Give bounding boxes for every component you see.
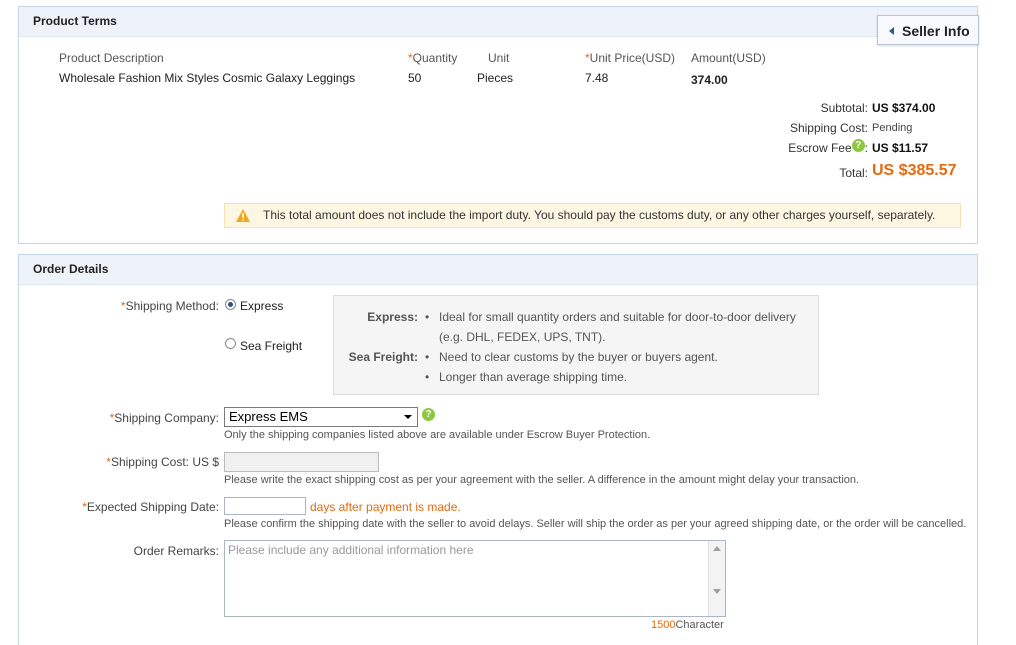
express-info-line: (e.g. DHL, FEDEX, UPS, TNT). <box>439 330 606 344</box>
row-unit: Pieces <box>477 71 514 85</box>
shipping-cost-field-label: *Shipping Cost: US $ <box>106 455 219 469</box>
expected-date-input[interactable] <box>224 497 306 515</box>
express-info-label: Express: <box>367 310 418 324</box>
express-option-label[interactable]: Express <box>240 299 283 313</box>
col-unit-price: *Unit Price(USD) <box>585 51 676 65</box>
shipping-method-label: *Shipping Method: <box>120 299 219 313</box>
subtotal-value: US $374.00 <box>872 101 936 115</box>
bullet: • <box>425 310 430 324</box>
product-terms-title: Product Terms <box>19 7 977 37</box>
seller-info-label: Seller Info <box>902 23 970 39</box>
warning-icon <box>236 209 250 222</box>
col-quantity: *Quantity <box>408 51 458 65</box>
scroll-up-icon[interactable] <box>713 546 721 551</box>
shipping-cost-value: Pending <box>872 122 913 134</box>
character-counter: 1500Character <box>651 619 724 631</box>
shipping-company-value: Express EMS <box>229 409 308 424</box>
escrow-fee-label: Escrow Fee?: <box>788 139 868 155</box>
total-label: Total: <box>839 166 868 180</box>
expected-date-hint: Please confirm the shipping date with th… <box>224 518 967 530</box>
sea-freight-option-label[interactable]: Sea Freight <box>240 339 302 353</box>
help-icon[interactable]: ? <box>422 408 435 421</box>
row-unit-price: 7.48 <box>585 71 609 85</box>
escrow-fee-value: US $11.57 <box>872 141 929 155</box>
import-duty-warning: This total amount does not include the i… <box>224 203 961 228</box>
bullet: • <box>425 350 430 364</box>
subtotal-label: Subtotal: <box>820 101 868 115</box>
row-quantity: 50 <box>408 71 422 85</box>
shipping-company-label: *Shipping Company: <box>109 411 219 425</box>
express-info-line: Ideal for small quantity orders and suit… <box>439 310 796 324</box>
shipping-company-select[interactable]: Express EMS <box>224 407 418 427</box>
express-radio[interactable] <box>225 299 236 310</box>
sea-freight-info-label: Sea Freight: <box>348 350 418 364</box>
order-remarks-textarea[interactable] <box>224 540 726 617</box>
scroll-down-icon[interactable] <box>713 589 721 594</box>
row-description: Wholesale Fashion Mix Styles Cosmic Gala… <box>59 71 356 85</box>
shipping-cost-label: Shipping Cost: <box>789 121 868 135</box>
expected-date-suffix: days after payment is made. <box>310 500 461 514</box>
row-amount: 374.00 <box>691 73 728 87</box>
col-amount: Amount(USD) <box>691 51 766 65</box>
expected-date-label: *Expected Shipping Date: <box>82 500 219 514</box>
total-value: US $385.57 <box>872 162 957 179</box>
remarks-scrollbar[interactable] <box>708 541 725 616</box>
col-unit: Unit <box>488 51 510 65</box>
sea-freight-info-line: Longer than average shipping time. <box>439 370 628 384</box>
order-details-title: Order Details <box>19 255 977 285</box>
sea-freight-info-line: Need to clear customs by the buyer or bu… <box>439 350 718 364</box>
shipping-company-hint: Only the shipping companies listed above… <box>224 429 651 441</box>
chevron-down-icon <box>404 415 412 419</box>
col-description: Product Description <box>59 51 164 65</box>
help-icon[interactable]: ? <box>851 139 865 152</box>
seller-info-button[interactable]: Seller Info <box>877 15 979 45</box>
bullet: • <box>425 370 430 384</box>
sea-freight-radio[interactable] <box>225 338 236 349</box>
shipping-cost-input[interactable] <box>224 452 379 472</box>
warning-text: This total amount does not include the i… <box>263 208 936 222</box>
order-remarks-label: Order Remarks: <box>133 544 219 558</box>
caret-left-icon <box>889 27 894 35</box>
shipping-cost-hint: Please write the exact shipping cost as … <box>224 474 860 486</box>
